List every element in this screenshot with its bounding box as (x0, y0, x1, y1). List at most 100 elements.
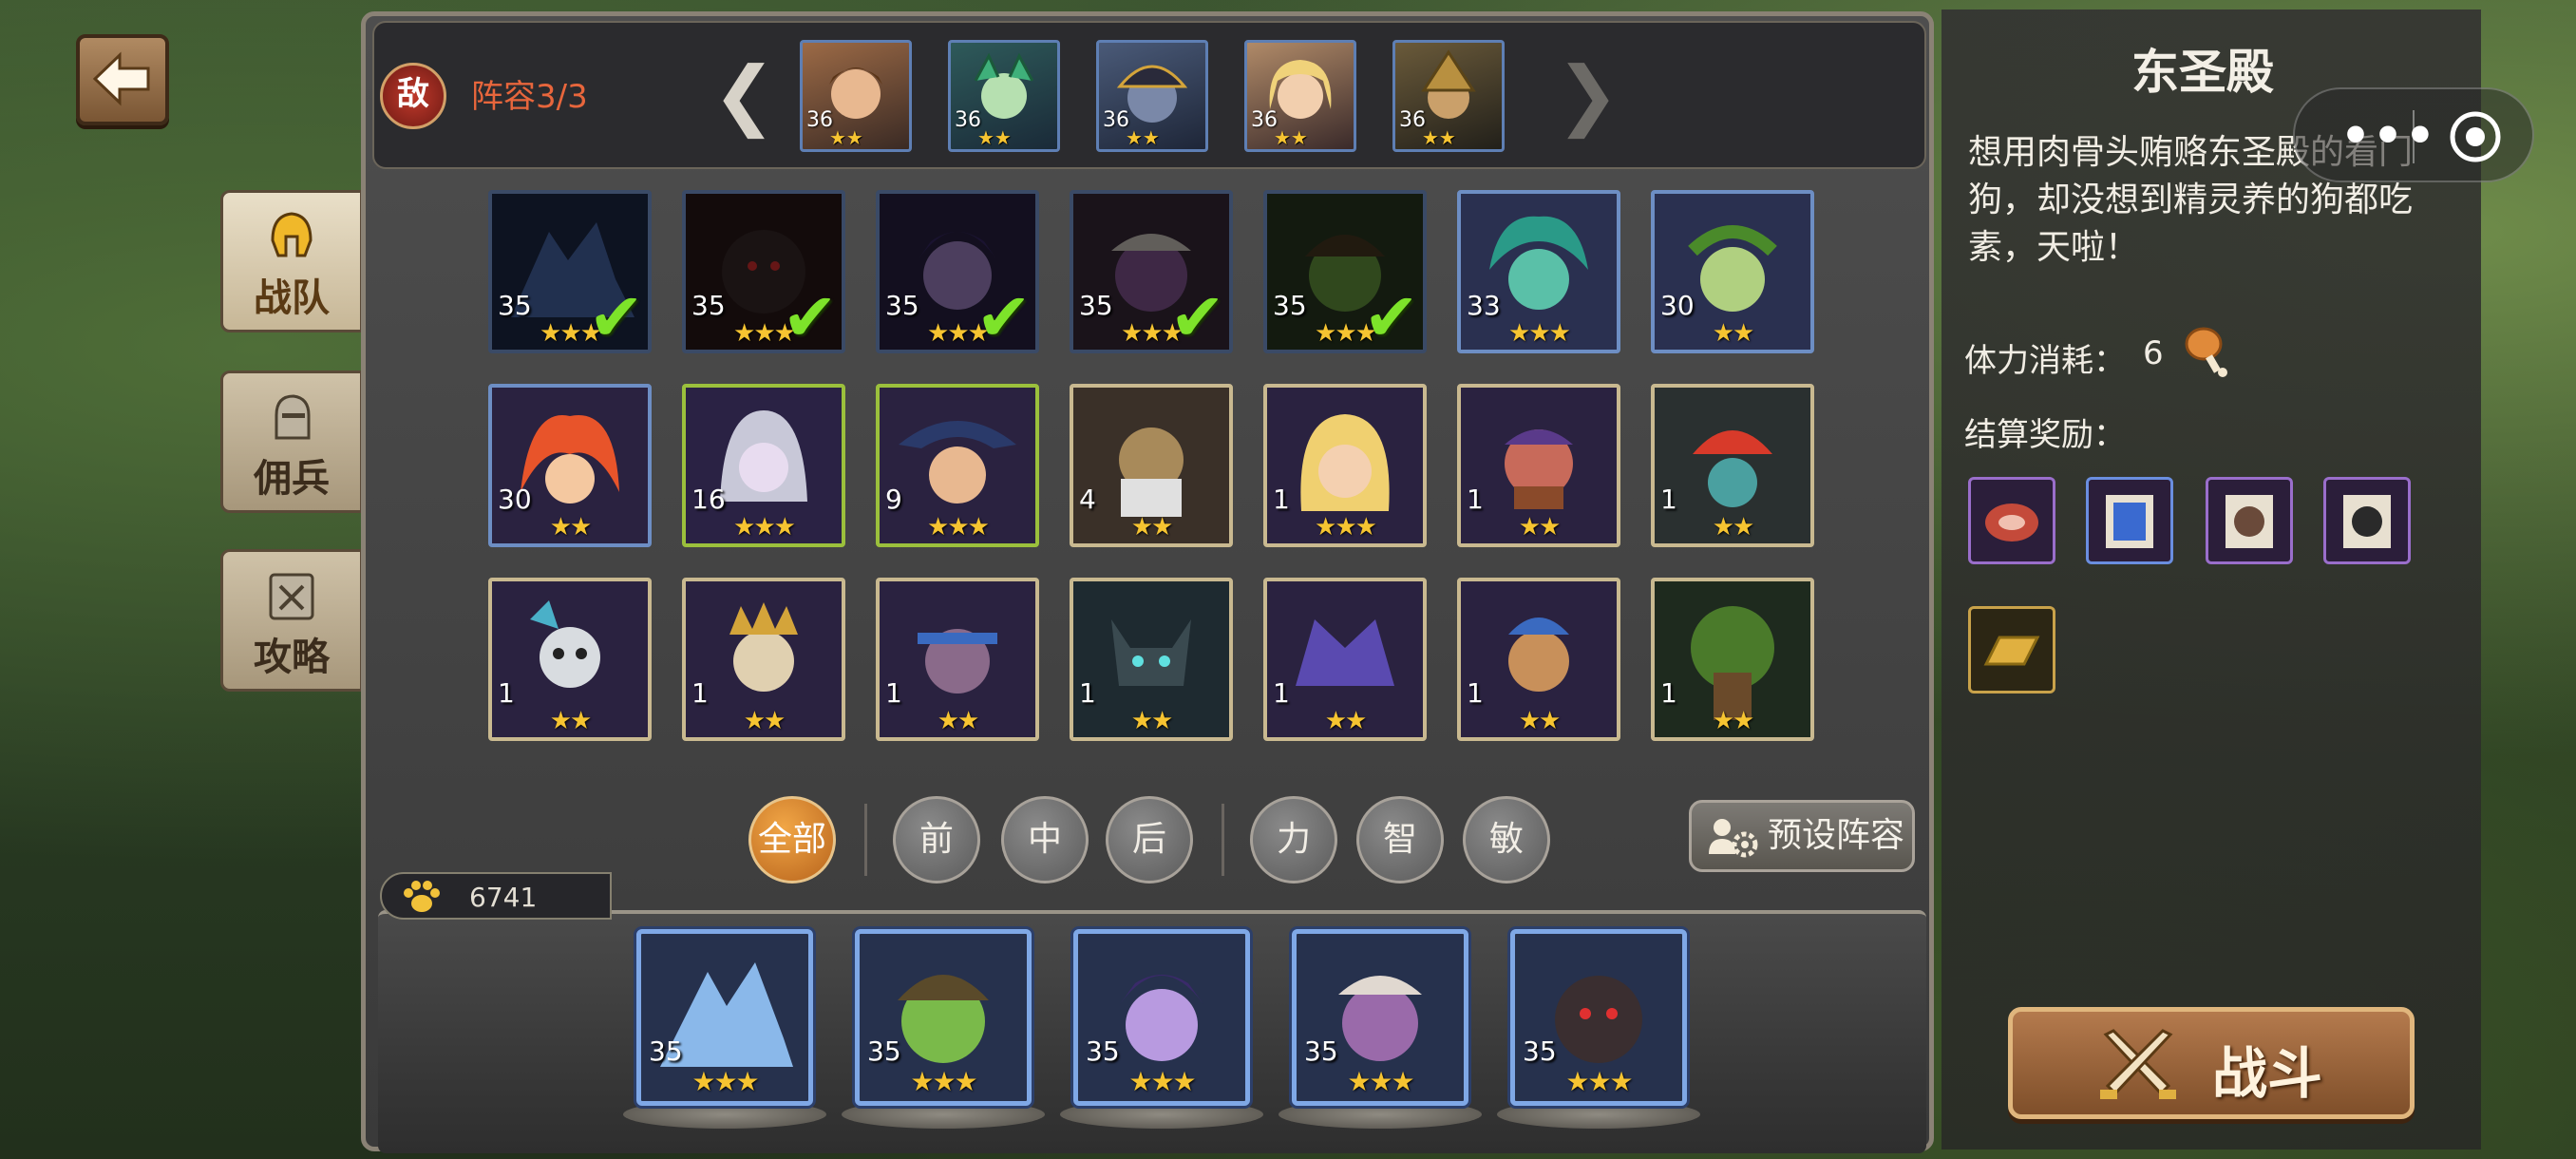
hero-stars: ★★★ (691, 1066, 759, 1097)
roster-hero[interactable]: 30 ★★ (488, 384, 652, 547)
lineup-count: 阵容3/3 (471, 78, 588, 116)
team-slot-3[interactable]: 35 ★★★ (1073, 929, 1250, 1106)
stage-title: 东圣殿 (2131, 45, 2274, 100)
hero-level: 30 (498, 484, 532, 515)
system-capsule: ••• (2293, 87, 2534, 182)
filter-divider (864, 804, 867, 876)
roster-hero[interactable]: 1 ★★ (1263, 578, 1427, 741)
roster-hero[interactable]: 4 ★★ (1070, 384, 1233, 547)
roster-hero[interactable]: 1 ★★ (1651, 578, 1814, 741)
guide-book-icon (269, 573, 314, 620)
reward-item[interactable] (1968, 606, 2055, 694)
hero-level: 1 (1660, 484, 1677, 515)
roster-hero[interactable]: 1 ★★★ (1263, 384, 1427, 547)
hero-level: 35 (1304, 1036, 1338, 1067)
hero-level: 35 (498, 290, 532, 321)
team-power-value: 6741 (469, 882, 538, 913)
roster-hero[interactable]: 1 ★★ (1457, 384, 1620, 547)
hero-stars: ★★ (1712, 707, 1755, 735)
roster-hero[interactable]: 35 ★★★ ✔ (682, 190, 845, 353)
hero-stars: ★★ (1422, 126, 1456, 149)
filter-front[interactable]: 前 (893, 796, 980, 884)
hero-stars: ★★ (1518, 513, 1562, 542)
hero-level: 35 (1523, 1036, 1557, 1067)
hero-level: 1 (1079, 677, 1096, 709)
tab-team-label: 战队 (254, 276, 330, 320)
team-slot-2[interactable]: 35 ★★★ (855, 929, 1032, 1106)
hero-level: 4 (1079, 484, 1096, 515)
team-slot-5[interactable]: 35 ★★★ (1510, 929, 1687, 1106)
team-slot-1[interactable]: 35 ★★★ (636, 929, 813, 1106)
roster-hero[interactable]: 1 ★★ (1457, 578, 1620, 741)
filter-back[interactable]: 后 (1106, 796, 1193, 884)
enemy-hero-2[interactable]: 36 ★★ (948, 40, 1060, 152)
fight-button-label: 战斗 (2212, 1041, 2323, 1106)
hero-level: 1 (1273, 484, 1290, 515)
reward-item[interactable] (2323, 477, 2411, 564)
tab-guide[interactable]: 攻略 (220, 549, 363, 692)
prev-lineup-button[interactable]: ❮ (712, 49, 776, 141)
dark-scroll-icon (2343, 495, 2391, 548)
roster-hero[interactable]: 35 ★★★ ✔ (1263, 190, 1427, 353)
people-gear-icon (1709, 819, 1758, 858)
next-lineup-button[interactable]: ❯ (1556, 49, 1619, 141)
roster-hero[interactable]: 1 ★★ (1070, 578, 1233, 741)
filter-middle[interactable]: 中 (1001, 796, 1089, 884)
roster-hero[interactable]: 1 ★★ (876, 578, 1039, 741)
filter-all[interactable]: 全部 (748, 796, 836, 884)
hero-stars: ★★ (1324, 707, 1368, 735)
roster-hero[interactable]: 35 ★★★ ✔ (488, 190, 652, 353)
crossed-swords-icon (2100, 1029, 2176, 1099)
roster-hero[interactable]: 16 ★★★ (682, 384, 845, 547)
hero-level: 30 (1660, 290, 1695, 321)
filter-strength[interactable]: 力 (1250, 796, 1337, 884)
hero-level: 1 (691, 677, 709, 709)
reward-item[interactable] (2086, 477, 2173, 564)
roster-hero[interactable]: 1 ★★ (682, 578, 845, 741)
roster-hero[interactable]: 35 ★★★ ✔ (876, 190, 1039, 353)
tab-team[interactable]: 战队 (220, 190, 363, 332)
hero-level: 1 (498, 677, 515, 709)
hero-stars: ★★ (743, 707, 786, 735)
selected-check-icon: ✔ (1169, 278, 1225, 353)
blue-scroll-icon (2106, 495, 2153, 548)
roster-hero[interactable]: 35 ★★★ ✔ (1070, 190, 1233, 353)
enemy-hero-3[interactable]: 36 ★★ (1096, 40, 1208, 152)
enemy-hero-5[interactable]: 36 ★★ (1392, 40, 1505, 152)
roster-hero[interactable]: 9 ★★★ (876, 384, 1039, 547)
selected-check-icon: ✔ (975, 278, 1032, 353)
reward-item[interactable] (2206, 477, 2293, 564)
hero-stars: ★★★ (1128, 1066, 1196, 1097)
selected-check-icon: ✔ (1363, 278, 1419, 353)
preset-lineup-button[interactable]: 预设阵容 (1689, 800, 1915, 872)
roster-hero[interactable]: 1 ★★ (1651, 384, 1814, 547)
more-button[interactable]: ••• (2340, 108, 2437, 163)
fight-button[interactable]: 战斗 (2008, 1007, 2415, 1119)
hero-level: 35 (649, 1036, 683, 1067)
hero-stars: ★★ (549, 513, 593, 542)
roster-hero[interactable]: 33 ★★★ (1457, 190, 1620, 353)
hero-stars: ★★ (937, 707, 980, 735)
back-button[interactable] (76, 34, 169, 125)
hero-stars: ★★ (1712, 319, 1755, 348)
selected-check-icon: ✔ (588, 278, 644, 353)
hero-stars: ★★ (1126, 126, 1160, 149)
roster-hero[interactable]: 30 ★★ (1651, 190, 1814, 353)
filter-intelligence[interactable]: 智 (1356, 796, 1444, 884)
roster-hero[interactable]: 1 ★★ (488, 578, 652, 741)
target-icon[interactable] (2449, 110, 2502, 163)
filter-agility[interactable]: 敏 (1463, 796, 1550, 884)
capsule-divider (2413, 110, 2415, 163)
hero-stars: ★★★ (1508, 319, 1571, 348)
team-slot-4[interactable]: 35 ★★★ (1292, 929, 1468, 1106)
rewards-label: 结算奖励： (1964, 416, 2126, 454)
hero-stars: ★★ (549, 707, 593, 735)
hero-stars: ★★ (1274, 126, 1308, 149)
reward-item[interactable] (1968, 477, 2055, 564)
hero-level: 35 (885, 290, 919, 321)
paw-icon (404, 881, 440, 912)
hero-stars: ★★★ (1565, 1066, 1633, 1097)
enemy-hero-1[interactable]: 36 ★★ (800, 40, 912, 152)
tab-mercenary[interactable]: 佣兵 (220, 370, 363, 513)
enemy-hero-4[interactable]: 36 ★★ (1244, 40, 1356, 152)
